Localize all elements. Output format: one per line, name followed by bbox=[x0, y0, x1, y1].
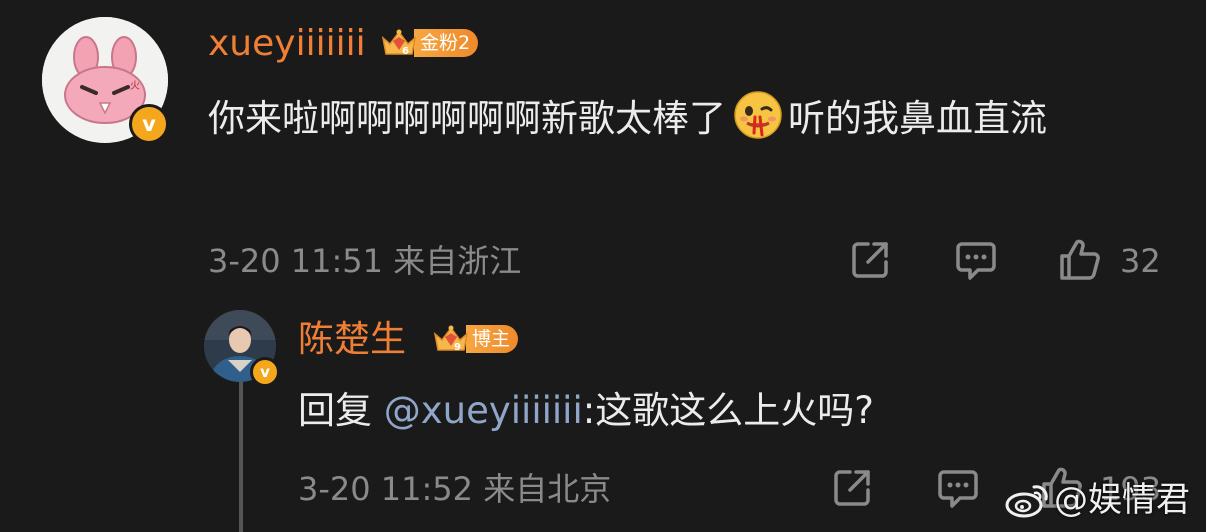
comment-username[interactable]: xueyiiiiiii bbox=[208, 24, 366, 64]
thread-line bbox=[239, 380, 243, 532]
fan-level-number: 6 bbox=[402, 46, 409, 57]
reply-reply-button[interactable] bbox=[936, 466, 980, 514]
reply-body: :这歌这么上火吗? bbox=[582, 389, 874, 432]
comment-text-part1: 你来啦啊啊啊啊啊啊新歌太棒了 bbox=[208, 97, 726, 140]
comment-icon bbox=[938, 470, 978, 508]
fan-level-badge[interactable]: 6 金粉2 bbox=[380, 28, 479, 58]
blogger-badge[interactable]: 9 博主 bbox=[432, 324, 519, 354]
fan-badge-label: 金粉2 bbox=[414, 29, 479, 57]
svg-text:火: 火 bbox=[130, 80, 140, 92]
share-icon bbox=[852, 242, 888, 278]
comment-icon bbox=[956, 242, 996, 280]
comment-meta: 3-20 11:51 来自浙江 bbox=[208, 242, 522, 280]
blogger-badge-label: 博主 bbox=[466, 325, 519, 353]
reply-text: 回复 @xueyiiiiiii:这歌这么上火吗? bbox=[298, 386, 874, 436]
reply-meta: 3-20 11:52 来自北京 bbox=[298, 470, 612, 508]
reply-prefix: 回复 bbox=[298, 389, 384, 432]
nosebleed-emoji bbox=[734, 91, 782, 139]
comment-text: 你来啦啊啊啊啊啊啊新歌太棒了 听的我鼻血直流 bbox=[208, 89, 1188, 148]
crown-icon: 9 bbox=[432, 324, 470, 354]
mention-link[interactable]: @xueyiiiiiii bbox=[384, 389, 583, 432]
weibo-logo-icon bbox=[1005, 485, 1048, 518]
fan-level-number: 9 bbox=[454, 342, 461, 353]
verified-badge-icon: v bbox=[129, 104, 169, 144]
reply-button[interactable] bbox=[954, 238, 998, 286]
watermark: @娱情君 bbox=[1004, 480, 1190, 520]
crown-icon: 6 bbox=[380, 28, 418, 58]
verified-badge-icon: v bbox=[250, 357, 280, 387]
like-count: 32 bbox=[1120, 242, 1161, 280]
watermark-text: @娱情君 bbox=[1054, 480, 1190, 520]
reply-share-button[interactable] bbox=[830, 466, 874, 514]
share-icon bbox=[834, 470, 870, 506]
comment-text-part2: 听的我鼻血直流 bbox=[788, 97, 1047, 140]
like-button[interactable] bbox=[1058, 238, 1102, 286]
thumbs-up-icon bbox=[1060, 239, 1100, 280]
reply-username[interactable]: 陈楚生 bbox=[298, 320, 406, 360]
share-button[interactable] bbox=[848, 238, 892, 286]
